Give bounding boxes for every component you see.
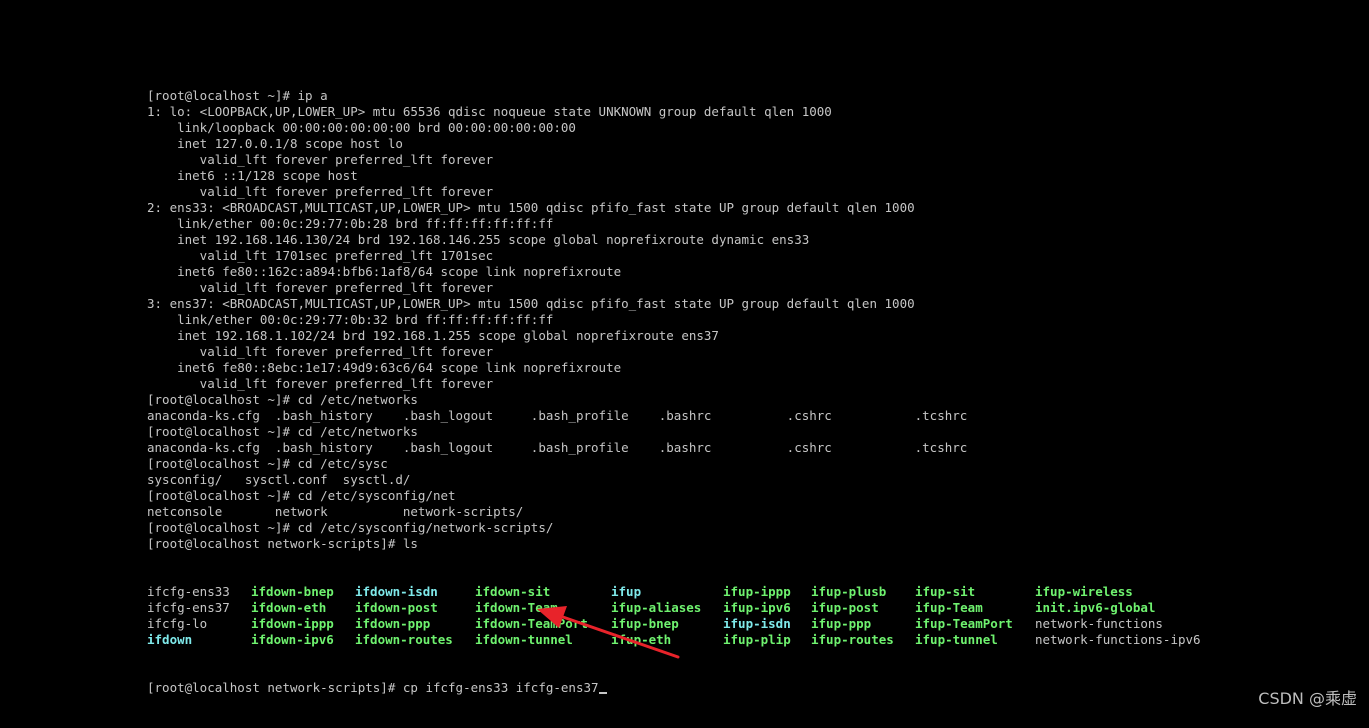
ls-file-entry: ifup-routes [811,632,894,647]
ls-file-entry: ifdown-ipv6 [251,632,334,647]
ls-file-entry: ifup-ppp [811,616,872,631]
terminal-line: valid_lft forever preferred_lft forever [147,280,494,295]
terminal-line: 2: ens33: <BROADCAST,MULTICAST,UP,LOWER_… [147,200,915,215]
terminal-line: inet6 fe80::162c:a894:bfb6:1af8/64 scope… [147,264,622,279]
ls-file-entry: ifup-plip [723,632,791,647]
ls-file-entry: ifup-eth [611,632,672,647]
terminal-line: sysconfig/ sysctl.conf sysctl.d/ [147,472,411,487]
terminal-line: [root@localhost ~]# cd /etc/sysc [147,456,388,471]
ls-listing: ifcfg-ens33 ifdown-bnep ifdown-isdn ifdown-… [147,584,1247,648]
ls-file-entry: ifcfg-ens37 [147,600,230,615]
ls-row: ifdown ifdown-ipv6 ifdown-routes ifdown-tun… [147,632,1247,648]
ls-file-entry: ifup-tunnel [915,632,998,647]
ls-file-entry: ifdown-routes [355,632,453,647]
ls-file-entry: ifup-bnep [611,616,679,631]
terminal-line: inet6 ::1/128 scope host [147,168,358,183]
terminal-line: valid_lft forever preferred_lft forever [147,376,494,391]
ls-file-entry: ifup-ippp [723,584,791,599]
terminal-line: anaconda-ks.cfg .bash_history .bash_logo… [147,408,968,423]
ls-file-entry: ifup-ipv6 [723,600,791,615]
ls-file-entry: ifup-wireless [1035,584,1133,599]
terminal-line: inet 192.168.1.102/24 brd 192.168.1.255 … [147,328,719,343]
ls-file-entry: ifdown-sit [475,584,551,599]
ls-file-entry: ifup-sit [915,584,976,599]
ls-file-entry: ifdown-Team [475,600,558,615]
ls-row: ifcfg-ens33 ifdown-bnep ifdown-isdn ifdown-… [147,584,1247,600]
ls-file-entry: ifdown-ppp [355,616,431,631]
ls-file-entry: network-functions [1035,616,1163,631]
console-output: [root@localhost ~]# ip a 1: lo: <LOOPBACK… [147,56,1247,728]
ls-file-entry: ifdown [147,632,193,647]
ls-file-entry: network-functions-ipv6 [1035,632,1201,647]
terminal-line: 1: lo: <LOOPBACK,UP,LOWER_UP> mtu 65536 … [147,104,832,119]
ls-file-entry: ifup-TeamPort [915,616,1013,631]
ls-row: ifcfg-lo ifdown-ippp ifdown-ppp ifdown-Team… [147,616,1247,632]
terminal-line: link/loopback 00:00:00:00:00:00 brd 00:0… [147,120,576,135]
terminal-line: [root@localhost ~]# cd /etc/sysconfig/ne… [147,520,554,535]
terminal-line: netconsole network network-scripts/ [147,504,524,519]
csdn-watermark: CSDN @乘虚 [1258,689,1357,708]
ls-file-entry: ifup-plusb [811,584,887,599]
output-lines: [root@localhost ~]# ip a 1: lo: <LOOPBACK… [147,88,1247,552]
terminal-line: [root@localhost ~]# ip a [147,88,328,103]
ls-file-entry: ifdown-isdn [355,584,438,599]
terminal-line: inet6 fe80::8ebc:1e17:49d9:63c6/64 scope… [147,360,622,375]
current-prompt-line[interactable]: [root@localhost network-scripts]# cp ifc… [147,680,1247,696]
ls-file-entry: ifdown-ippp [251,616,334,631]
ls-file-entry: ifdown-tunnel [475,632,573,647]
terminal-line: [root@localhost ~]# cd /etc/networks [147,392,418,407]
terminal-window[interactable]: [root@localhost ~]# ip a 1: lo: <LOOPBACK… [0,0,1369,719]
terminal-line: inet 127.0.0.1/8 scope host lo [147,136,403,151]
ls-file-entry: ifdown-post [355,600,438,615]
terminal-line: link/ether 00:0c:29:77:0b:32 brd ff:ff:f… [147,312,554,327]
ls-file-entry: ifup [611,584,642,599]
terminal-line: link/ether 00:0c:29:77:0b:28 brd ff:ff:f… [147,216,554,231]
terminal-line: valid_lft forever preferred_lft forever [147,344,494,359]
terminal-line: [root@localhost ~]# cd /etc/networks [147,424,418,439]
ls-row: ifcfg-ens37 ifdown-eth ifdown-post ifdown-T… [147,600,1247,616]
ls-file-entry: init.ipv6-global [1035,600,1156,615]
terminal-line: valid_lft 1701sec preferred_lft 1701sec [147,248,494,263]
terminal-line: inet 192.168.146.130/24 brd 192.168.146.… [147,232,810,247]
prompt-command: [root@localhost network-scripts]# cp ifc… [147,680,599,695]
ls-file-entry: ifup-aliases [611,600,702,615]
terminal-line: anaconda-ks.cfg .bash_history .bash_logo… [147,440,968,455]
ls-file-entry: ifup-isdn [723,616,791,631]
terminal-line: valid_lft forever preferred_lft forever [147,152,494,167]
ls-file-entry: ifdown-eth [251,600,327,615]
ls-file-entry: ifcfg-ens33 [147,584,230,599]
terminal-line: 3: ens37: <BROADCAST,MULTICAST,UP,LOWER_… [147,296,915,311]
terminal-line: [root@localhost network-scripts]# ls [147,536,418,551]
ls-file-entry: ifup-Team [915,600,983,615]
ls-file-entry: ifdown-TeamPort [475,616,588,631]
ls-file-entry: ifdown-bnep [251,584,334,599]
ls-file-entry: ifup-post [811,600,879,615]
ls-file-entry: ifcfg-lo [147,616,208,631]
text-cursor [598,692,607,694]
terminal-line: valid_lft forever preferred_lft forever [147,184,494,199]
terminal-line: [root@localhost ~]# cd /etc/sysconfig/ne… [147,488,456,503]
